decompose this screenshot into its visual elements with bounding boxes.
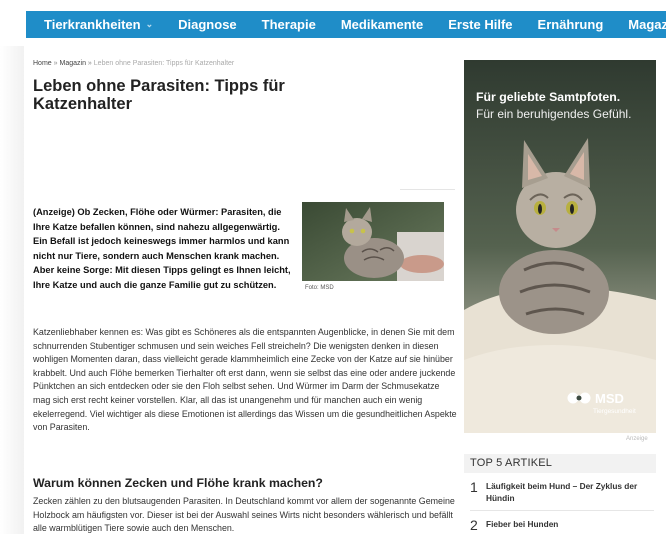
nav-item-therapie[interactable]: Therapie bbox=[262, 17, 316, 32]
ad-headline: Für geliebte Samtpfoten. bbox=[476, 90, 621, 104]
article-body-paragraph: Katzenliebhaber kennen es: Was gibt es S… bbox=[33, 327, 457, 433]
breadcrumb-current: Leben ohne Parasiten: Tipps für Katzenha… bbox=[93, 60, 235, 67]
top-navigation: Tierkrankheiten ⌄ Diagnose Therapie Medi… bbox=[0, 0, 666, 46]
divider bbox=[400, 189, 455, 190]
brand-name: MSD bbox=[595, 390, 624, 406]
nav-item-erste-hilfe[interactable]: Erste Hilfe bbox=[448, 17, 512, 32]
breadcrumb-separator: » bbox=[87, 60, 92, 67]
chevron-down-icon: ⌄ bbox=[145, 19, 154, 29]
photo-caption: Foto: MSD bbox=[305, 285, 334, 291]
page-edge-shadow bbox=[0, 46, 24, 534]
divider bbox=[470, 510, 654, 511]
list-item-link[interactable]: Läufigkeit beim Hund – Der Zyklus der Hü… bbox=[486, 479, 638, 504]
top5-widget: TOP 5 ARTIKEL 1 Läufigkeit beim Hund – D… bbox=[464, 454, 656, 533]
breadcrumb-magazin[interactable]: Magazin bbox=[60, 60, 86, 67]
ad-label: Anzeige bbox=[626, 436, 648, 442]
breadcrumb-home[interactable]: Home bbox=[33, 60, 52, 67]
article-header: Home » Magazin » Leben ohne Parasiten: T… bbox=[33, 60, 457, 113]
nav-bar: Tierkrankheiten ⌄ Diagnose Therapie Medi… bbox=[26, 11, 666, 38]
nav-item-label: Tierkrankheiten bbox=[44, 17, 141, 32]
page-title: Leben ohne Parasiten: Tipps für Katzenha… bbox=[33, 77, 285, 113]
section-heading: Warum können Zecken und Flöhe krank mach… bbox=[33, 476, 323, 490]
list-item[interactable]: 2 Fieber bei Hunden bbox=[464, 517, 656, 533]
nav-item-medikamente[interactable]: Medikamente bbox=[341, 17, 423, 32]
nav-item-magazin[interactable]: Magazin bbox=[628, 17, 666, 32]
list-item-number: 1 bbox=[470, 479, 478, 495]
section-body-paragraph: Zecken zählen zu den blutsaugenden Paras… bbox=[33, 496, 455, 534]
breadcrumb-separator: » bbox=[53, 60, 58, 67]
list-item-number: 2 bbox=[470, 517, 478, 533]
list-item-link[interactable]: Fieber bei Hunden bbox=[486, 517, 638, 530]
nav-item-tierkrankheiten[interactable]: Tierkrankheiten ⌄ bbox=[44, 17, 153, 32]
list-item[interactable]: 1 Läufigkeit beim Hund – Der Zyklus der … bbox=[464, 479, 656, 504]
msd-logo-icon bbox=[567, 392, 591, 404]
ad-subline: Für ein beruhigendes Gefühl. bbox=[476, 107, 632, 121]
article-photo[interactable] bbox=[302, 202, 444, 281]
article-lead: (Anzeige) Ob Zecken, Flöhe oder Würmer: … bbox=[33, 207, 291, 290]
nav-item-diagnose[interactable]: Diagnose bbox=[178, 17, 237, 32]
top5-title: TOP 5 ARTIKEL bbox=[464, 454, 656, 473]
advertisement-banner[interactable]: Für geliebte Samtpfoten. Für ein beruhig… bbox=[464, 60, 656, 433]
msd-logo: MSD bbox=[567, 390, 624, 406]
breadcrumb: Home » Magazin » Leben ohne Parasiten: T… bbox=[33, 60, 457, 67]
nav-item-ernaehrung[interactable]: Ernährung bbox=[538, 17, 604, 32]
cat-photo-image bbox=[302, 202, 444, 281]
brand-tagline: Tiergesundheit bbox=[593, 408, 636, 415]
